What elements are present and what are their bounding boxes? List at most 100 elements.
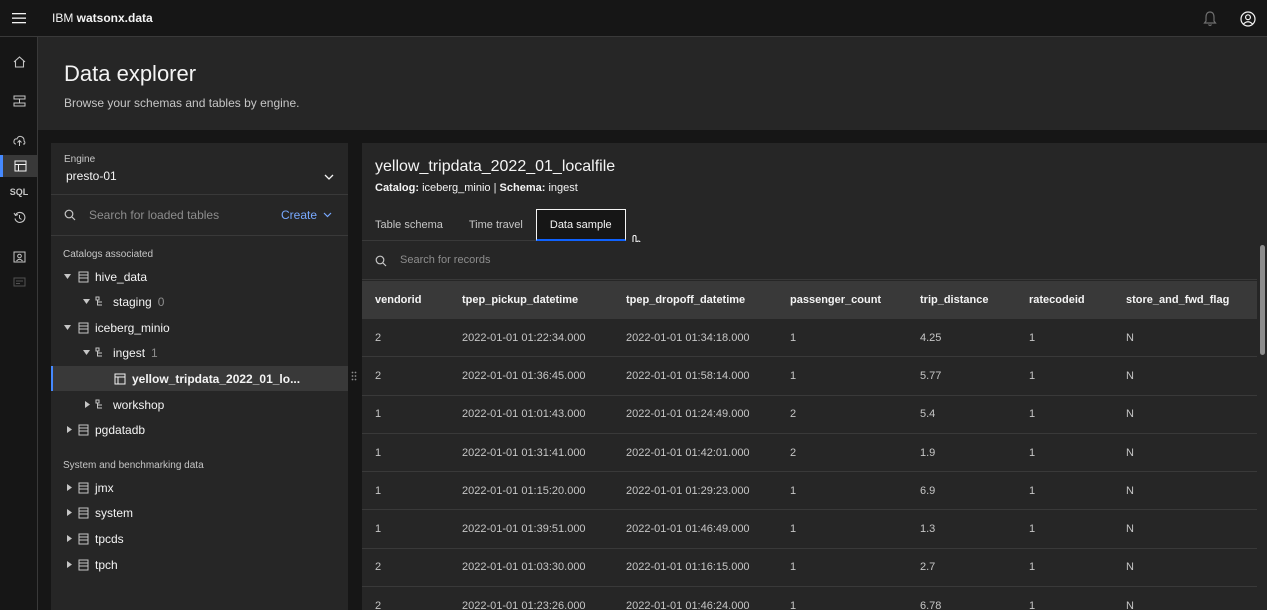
column-header-store-and-fwd-flag[interactable]: store_and_fwd_flag bbox=[1126, 294, 1229, 306]
history-icon[interactable] bbox=[0, 206, 38, 228]
catalog-icon bbox=[78, 559, 90, 571]
create-button[interactable]: Create bbox=[281, 208, 332, 222]
home-icon[interactable] bbox=[0, 51, 38, 73]
table-cell: 4.25 bbox=[920, 331, 942, 344]
table-row[interactable]: 1 2022-01-01 01:31:41.000 2022-01-01 01:42… bbox=[362, 434, 1257, 473]
sql-nav-item[interactable]: SQL bbox=[0, 181, 38, 203]
table-cell: 2 bbox=[790, 408, 797, 421]
table-row[interactable]: 2 2022-01-01 01:36:45.000 2022-01-01 01:58… bbox=[362, 357, 1257, 396]
table-cell: 2.7 bbox=[920, 561, 936, 574]
column-header-vendorid[interactable]: vendorid bbox=[375, 294, 421, 306]
certificate-icon bbox=[0, 271, 38, 293]
tab-table-schema[interactable]: Table schema bbox=[362, 209, 456, 241]
catalog-value: iceberg_minio bbox=[422, 182, 491, 194]
caret-right-icon[interactable] bbox=[65, 561, 73, 569]
tree-item-tpcds[interactable]: tpcds bbox=[51, 526, 348, 551]
table-row[interactable]: 2 2022-01-01 01:23:26.000 2022-01-01 01:46… bbox=[362, 587, 1257, 610]
tree-item-hive-data[interactable]: hive_data bbox=[51, 264, 348, 289]
table-cell: N bbox=[1126, 408, 1134, 421]
table-cell: 1 bbox=[1029, 484, 1036, 497]
catalog-icon bbox=[78, 482, 90, 494]
tab-list: Table schema Time travel Data sample bbox=[362, 209, 626, 241]
meta-separator: | bbox=[493, 182, 497, 194]
table-cell: 2022-01-01 01:01:43.000 bbox=[462, 408, 586, 421]
table-icon bbox=[114, 373, 126, 385]
column-header-trip-distance[interactable]: trip_distance bbox=[920, 294, 988, 306]
tree-item-iceberg-minio[interactable]: iceberg_minio bbox=[51, 315, 348, 340]
table-cell: 1 bbox=[375, 523, 382, 536]
table-cell: 2022-01-01 01:34:18.000 bbox=[626, 331, 750, 344]
ingest-icon[interactable] bbox=[0, 130, 38, 152]
table-cell: 1 bbox=[790, 484, 797, 497]
tree-item-label: workshop bbox=[113, 397, 165, 412]
access-icon[interactable] bbox=[0, 246, 38, 268]
records-search-input[interactable]: Search for records bbox=[400, 254, 490, 266]
table-cell: N bbox=[1126, 369, 1134, 382]
infrastructure-icon[interactable] bbox=[0, 90, 38, 112]
column-header-ratecodeid[interactable]: ratecodeid bbox=[1029, 294, 1085, 306]
table-row[interactable]: 1 2022-01-01 01:39:51.000 2022-01-01 01:46… bbox=[362, 510, 1257, 549]
caret-down-icon[interactable] bbox=[63, 273, 71, 281]
notification-icon[interactable] bbox=[1191, 0, 1229, 37]
scrollbar-thumb[interactable] bbox=[1260, 245, 1265, 355]
tree-item-label: system bbox=[95, 505, 134, 520]
tree-item-label: jmx bbox=[95, 480, 114, 495]
table-cell: N bbox=[1126, 446, 1134, 459]
chevron-down-icon bbox=[323, 212, 332, 218]
tree-item-label: pgdatadb bbox=[95, 422, 146, 437]
table-cell: 2022-01-01 01:23:26.000 bbox=[462, 599, 586, 610]
tree-item-staging[interactable]: staging 0 bbox=[51, 289, 348, 314]
caret-down-icon[interactable] bbox=[63, 324, 71, 332]
table-row[interactable]: 1 2022-01-01 01:01:43.000 2022-01-01 01:24… bbox=[362, 396, 1257, 434]
table-details-panel: yellow_tripdata_2022_01_localfile Catalo… bbox=[362, 143, 1267, 610]
table-cell: 2022-01-01 01:58:14.000 bbox=[626, 369, 750, 382]
tree-item-tpch[interactable]: tpch bbox=[51, 552, 348, 577]
product-name[interactable]: IBM watsonx.data bbox=[52, 11, 153, 25]
tree-item-system[interactable]: system bbox=[51, 500, 348, 525]
table-cell: 1 bbox=[790, 561, 797, 574]
tab-time-travel[interactable]: Time travel bbox=[455, 209, 536, 241]
tree-item-pgdatadb[interactable]: pgdatadb bbox=[51, 417, 348, 442]
table-search[interactable]: Search for loaded tables Create bbox=[51, 195, 348, 235]
column-header-tpep-pickup-datetime[interactable]: tpep_pickup_datetime bbox=[462, 294, 578, 306]
user-avatar-icon[interactable] bbox=[1229, 0, 1267, 37]
caret-down-icon[interactable] bbox=[82, 349, 90, 357]
create-label: Create bbox=[281, 208, 318, 222]
table-cell: 1 bbox=[1029, 408, 1036, 421]
table-cell: 1.9 bbox=[920, 446, 936, 459]
engine-select[interactable]: presto-01 bbox=[66, 169, 117, 183]
caret-right-icon[interactable] bbox=[65, 535, 73, 543]
brand-prefix: IBM bbox=[52, 11, 77, 25]
tree-item-selected-table[interactable]: yellow_tripdata_2022_01_lo... bbox=[51, 366, 348, 391]
catalog-icon bbox=[78, 507, 90, 519]
records-search[interactable]: Search for records bbox=[362, 242, 1257, 280]
tree-item-label: tpcds bbox=[95, 531, 124, 546]
table-cell: 2022-01-01 01:46:49.000 bbox=[626, 523, 750, 536]
menu-icon[interactable] bbox=[0, 0, 37, 37]
table-cell: 2022-01-01 01:16:15.000 bbox=[626, 561, 750, 574]
table-search-input[interactable]: Search for loaded tables bbox=[89, 208, 219, 222]
table-row[interactable]: 1 2022-01-01 01:15:20.000 2022-01-01 01:29… bbox=[362, 472, 1257, 511]
caret-down-icon[interactable] bbox=[82, 298, 90, 306]
tree-item-workshop[interactable]: workshop bbox=[51, 392, 348, 417]
table-cell: 2022-01-01 01:24:49.000 bbox=[626, 408, 750, 421]
caret-right-icon[interactable] bbox=[65, 484, 73, 492]
table-cell: 1 bbox=[1029, 331, 1036, 344]
chevron-down-icon[interactable] bbox=[324, 168, 334, 186]
column-header-passenger-count[interactable]: passenger_count bbox=[790, 294, 881, 306]
schema-icon bbox=[95, 347, 107, 359]
caret-right-icon[interactable] bbox=[65, 509, 73, 517]
table-row[interactable]: 2 2022-01-01 01:03:30.000 2022-01-01 01:16… bbox=[362, 549, 1257, 588]
tree-item-jmx[interactable]: jmx bbox=[51, 475, 348, 500]
table-row[interactable]: 2 2022-01-01 01:22:34.000 2022-01-01 01:34… bbox=[362, 319, 1257, 358]
tree-item-ingest[interactable]: ingest 1 bbox=[51, 340, 348, 365]
schema-label: Schema: bbox=[499, 182, 546, 194]
resize-handle-icon[interactable] bbox=[351, 371, 357, 384]
tab-data-sample[interactable]: Data sample bbox=[535, 209, 626, 241]
data-explorer-icon[interactable] bbox=[0, 155, 38, 177]
page-title: Data explorer bbox=[64, 61, 197, 86]
table-cell: 1 bbox=[1029, 446, 1036, 459]
column-header-tpep-dropoff-datetime[interactable]: tpep_dropoff_datetime bbox=[626, 294, 745, 306]
caret-right-icon[interactable] bbox=[83, 401, 91, 409]
caret-right-icon[interactable] bbox=[65, 426, 73, 434]
